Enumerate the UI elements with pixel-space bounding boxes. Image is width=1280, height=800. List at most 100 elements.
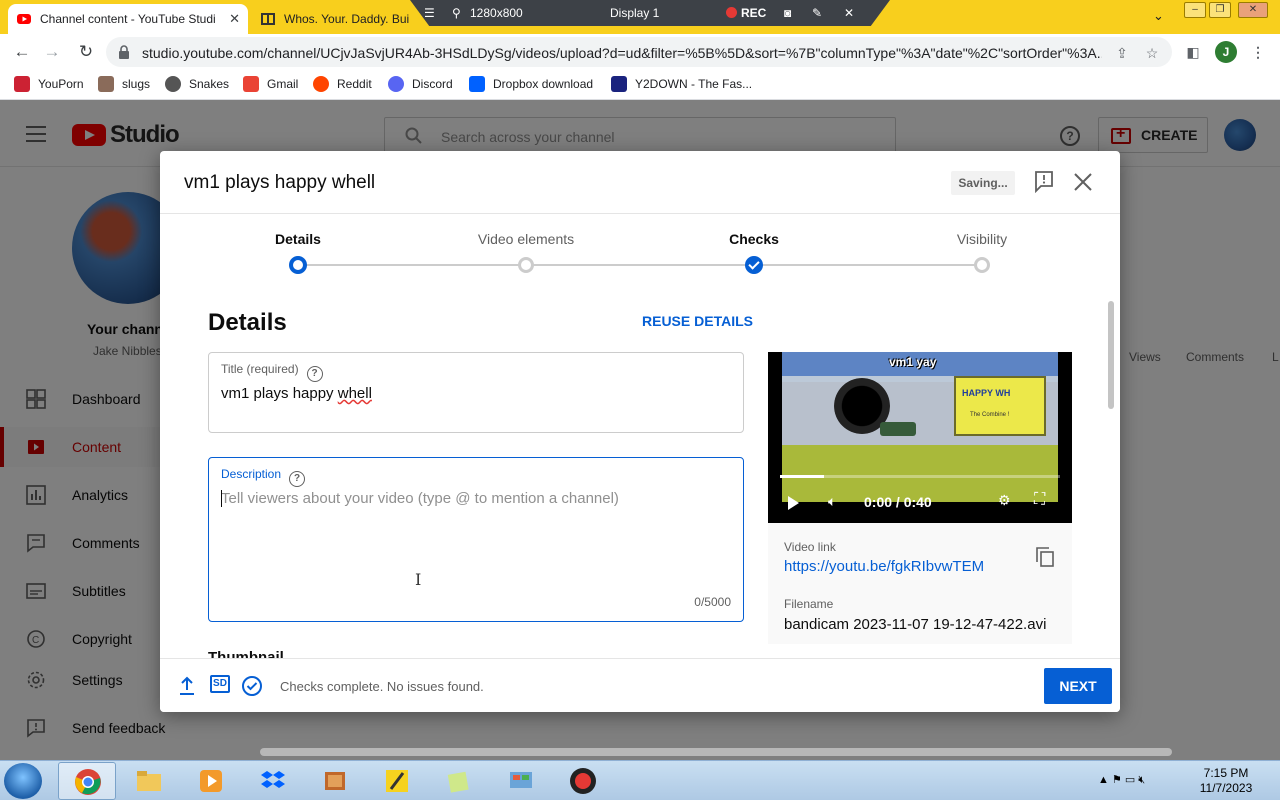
play-icon[interactable]: [788, 496, 799, 510]
video-preview-card: HAPPY WH The Combine ! vm1 yay 🔈︎ 0:00 /…: [768, 352, 1072, 644]
bookmark-y2down[interactable]: Y2DOWN - The Fas...: [611, 76, 752, 92]
tab-close-icon[interactable]: ✕: [229, 11, 240, 27]
back-arrow-icon[interactable]: ←: [10, 40, 34, 64]
game-icon: [325, 772, 345, 790]
system-clock[interactable]: 7:15 PM 11/7/2023: [1196, 766, 1256, 796]
screen-recorder-bar: ☰ ⚲ 1280x800 Display 1 REC ◙ ✎ ✕: [410, 0, 890, 26]
minimize-window-button[interactable]: ‒: [1184, 2, 1206, 18]
camera-icon[interactable]: ◙: [784, 6, 791, 20]
taskbar-pencil-app[interactable]: [368, 762, 426, 800]
pencil-icon[interactable]: ✎: [812, 6, 822, 20]
reuse-details-button[interactable]: REUSE DETAILS: [642, 313, 753, 329]
record-dot-icon: [726, 7, 737, 18]
checks-complete-icon[interactable]: [241, 675, 263, 697]
side-panel-icon[interactable]: ◧: [1183, 42, 1203, 62]
description-input[interactable]: Tell viewers about your video (type @ to…: [221, 490, 619, 507]
title-input[interactable]: vm1 plays happy whell: [221, 385, 372, 402]
dialog-title: vm1 plays happy whell: [184, 172, 376, 193]
recorder-display: Display 1: [610, 6, 660, 20]
tab-channel-content[interactable]: Channel content - YouTube Studi ✕: [8, 4, 248, 34]
video-link[interactable]: https://youtu.be/fgkRIbvwTEM: [784, 558, 984, 575]
description-field-label: Description?: [221, 467, 306, 487]
gear-icon[interactable]: ⚙: [998, 492, 1011, 509]
taskbar-chrome[interactable]: [58, 762, 116, 800]
next-button[interactable]: NEXT: [1044, 668, 1112, 704]
close-recorder-icon[interactable]: ✕: [844, 6, 854, 20]
chevron-down-icon[interactable]: ⌄: [1153, 8, 1164, 24]
step-details[interactable]: Details: [218, 214, 378, 274]
bookmark-gmail[interactable]: Gmail: [243, 76, 298, 92]
system-tray-icons[interactable]: ▲ ⚑ ▭ 🔇︎: [1098, 773, 1145, 787]
taskbar-control-panel[interactable]: [492, 762, 550, 800]
video-player[interactable]: HAPPY WH The Combine ! vm1 yay 🔈︎ 0:00 /…: [768, 352, 1072, 523]
taskbar-dropbox[interactable]: [244, 762, 302, 800]
fullscreen-icon[interactable]: ⛶: [1034, 491, 1045, 509]
taskbar-sticky-notes[interactable]: [430, 762, 488, 800]
taskbar-game[interactable]: [306, 762, 364, 800]
dropbox-icon: [469, 76, 485, 92]
taskbar-bandicam[interactable]: [554, 762, 612, 800]
bookmark-snakes[interactable]: Snakes: [165, 76, 229, 92]
step-checks[interactable]: Checks: [674, 214, 834, 274]
volume-icon[interactable]: 🔈︎: [828, 493, 836, 510]
description-field[interactable]: Description? Tell viewers about your vid…: [208, 457, 744, 622]
bookmark-slugs[interactable]: slugs: [98, 76, 150, 92]
step-video-elements[interactable]: Video elements: [446, 214, 606, 273]
bookmark-discord[interactable]: Discord: [388, 76, 453, 92]
video-progress-bar[interactable]: [780, 475, 1060, 478]
media-player-icon: [200, 770, 222, 792]
bookmark-dropbox[interactable]: Dropbox download: [469, 76, 593, 92]
filename-label: Filename: [784, 597, 834, 611]
url-text: studio.youtube.com/channel/UCjvJaSvjUR4A…: [142, 45, 1102, 61]
upload-icon[interactable]: [176, 675, 198, 697]
step-visibility[interactable]: Visibility: [902, 214, 1062, 273]
filename-value: bandicam 2023-11-07 19-12-47-422.avi: [784, 616, 1047, 633]
clock-time: 7:15 PM: [1203, 766, 1249, 780]
gmail-icon: [243, 76, 259, 92]
step-pending-indicator-icon: [518, 257, 534, 273]
address-bar[interactable]: studio.youtube.com/channel/UCjvJaSvjUR4A…: [106, 37, 1172, 67]
tab-whos-your-daddy[interactable]: Whos. Your. Daddy. Bui: [252, 4, 422, 34]
step-checkmark-icon: [745, 256, 763, 274]
close-dialog-icon[interactable]: [1072, 171, 1094, 193]
help-icon[interactable]: ?: [289, 471, 306, 487]
bookmark-star-icon[interactable]: ☆: [1142, 43, 1162, 63]
title-field-label: Title (required)?: [221, 362, 323, 382]
page-horizontal-scrollbar[interactable]: [260, 748, 1172, 756]
dialog-scrollbar[interactable]: [1108, 301, 1114, 409]
taskbar-file-explorer[interactable]: [120, 762, 178, 800]
windows-start-icon[interactable]: [4, 763, 42, 799]
record-button[interactable]: REC: [726, 6, 766, 20]
report-flag-icon[interactable]: [1034, 171, 1054, 193]
youporn-favicon-icon: [14, 76, 30, 92]
profile-avatar[interactable]: J: [1215, 41, 1237, 63]
dialog-body: Details REUSE DETAILS Title (required)? …: [160, 294, 1120, 658]
menu-icon[interactable]: ☰: [424, 6, 435, 20]
chrome-icon: [75, 769, 101, 795]
more-options-icon[interactable]: ⋮: [1248, 42, 1268, 62]
sd-quality-badge[interactable]: SD: [210, 675, 230, 693]
taskbar-media-player[interactable]: [182, 762, 240, 800]
pin-icon[interactable]: ⚲: [452, 6, 461, 20]
video-frame: HAPPY WH The Combine !: [782, 352, 1058, 502]
youtube-studio-favicon-icon: [17, 14, 31, 24]
bookmark-youporn[interactable]: YouPorn: [14, 76, 84, 92]
description-char-counter: 0/5000: [694, 595, 731, 609]
help-icon[interactable]: ?: [306, 366, 323, 382]
restore-window-button[interactable]: ❐: [1209, 2, 1231, 18]
forward-arrow-icon[interactable]: →: [40, 40, 64, 64]
tab-title: Whos. Your. Daddy. Bui: [284, 12, 410, 26]
discord-icon: [388, 76, 404, 92]
share-icon[interactable]: ⇪: [1112, 43, 1132, 63]
upload-stepper: Details Video elements Checks Visibility: [160, 214, 1120, 294]
reload-icon[interactable]: ↻: [74, 40, 98, 64]
close-window-button[interactable]: ✕: [1238, 2, 1268, 18]
copy-icon[interactable]: [1036, 547, 1054, 567]
text-caret: [221, 490, 222, 507]
bookmark-reddit[interactable]: Reddit: [313, 76, 372, 92]
globe-icon: [165, 76, 181, 92]
video-progress-fill: [780, 475, 824, 478]
tab-title: Channel content - YouTube Studi: [40, 12, 216, 26]
browser-tab-strip: Channel content - YouTube Studi ✕ Whos. …: [0, 0, 1280, 34]
title-field[interactable]: Title (required)? vm1 plays happy whell: [208, 352, 744, 433]
